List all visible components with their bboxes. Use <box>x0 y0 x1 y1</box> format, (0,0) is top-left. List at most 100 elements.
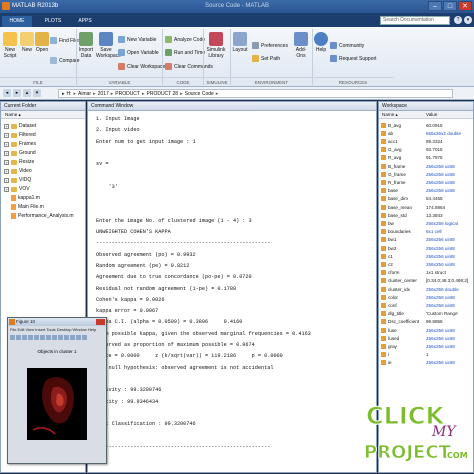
workspace-variable-row[interactable]: ab 655x36x2 double <box>381 129 469 137</box>
expand-icon[interactable]: + <box>4 132 9 138</box>
crumb-source-code[interactable]: Source Code <box>185 91 214 97</box>
rotate-icon[interactable] <box>58 334 63 340</box>
workspace-variable-row[interactable]: base_mean 174.8864 <box>381 203 469 211</box>
import-data-button[interactable]: Import Data <box>78 32 94 59</box>
figure-close-button[interactable] <box>96 319 105 325</box>
print-icon[interactable] <box>28 334 33 340</box>
analyze-code-button[interactable]: Analyze Code <box>165 36 205 43</box>
expand-icon[interactable]: + <box>4 159 9 165</box>
clear-commands-button[interactable]: Clear Commands <box>165 63 213 70</box>
workspace-variable-row[interactable]: bw1 256x256 uint8 <box>381 236 469 244</box>
workspace-variable-row[interactable]: G_frame 256x256 uint8 <box>381 170 469 178</box>
set-path-button[interactable]: Set Path <box>252 55 280 62</box>
workspace-variable-row[interactable]: B_frame 256x256 uint8 <box>381 162 469 170</box>
brush-icon[interactable] <box>70 334 75 340</box>
close-button[interactable]: ✕ <box>458 1 472 11</box>
open-file-icon[interactable] <box>16 334 21 340</box>
figure-title-bar[interactable]: Figure 10 <box>8 318 106 326</box>
workspace-variable-row[interactable]: Dsc_coefficient 99.8858 <box>381 318 469 326</box>
variable-value[interactable]: 256x256 uint8 <box>426 360 455 365</box>
folder-column-header[interactable]: Name ▴ <box>1 111 85 119</box>
variable-value[interactable]: 256x256 uint8 <box>426 344 455 349</box>
pan-icon[interactable] <box>52 334 57 340</box>
folder-list-item[interactable]: + Video <box>4 167 32 175</box>
workspace-variable-row[interactable]: boundaries 6x1 cell <box>381 228 469 236</box>
workspace-variable-row[interactable]: R_frame 256x256 uint8 <box>381 178 469 186</box>
variable-value[interactable]: 256x256 uint8 <box>426 246 455 251</box>
pointer-icon[interactable] <box>34 334 39 340</box>
workspace-variable-row[interactable]: ie 256x256 uint8 <box>381 359 469 367</box>
folder-list-item[interactable]: kappa1.m <box>4 194 40 202</box>
folder-list-item[interactable]: + Frames <box>4 140 36 148</box>
workspace-variable-row[interactable]: B_avg 60.0915 <box>381 121 469 129</box>
up-folder-icon[interactable]: ▴ <box>23 89 31 97</box>
zoom-in-icon[interactable] <box>40 334 45 340</box>
workspace-variable-row[interactable]: cform 1x1 struct <box>381 269 469 277</box>
crumb-drive[interactable]: H: <box>67 91 72 97</box>
forward-icon[interactable]: ▸ <box>13 89 21 97</box>
workspace-variable-row[interactable]: fuse 256x256 uint8 <box>381 326 469 334</box>
expand-icon[interactable]: + <box>4 168 9 174</box>
workspace-variable-row[interactable]: G_avg 93.7015 <box>381 146 469 154</box>
workspace-variable-row[interactable]: dlg_title 'Custom Range' <box>381 310 469 318</box>
workspace-variable-row[interactable]: acc1 89.3324 <box>381 137 469 145</box>
workspace-variable-row[interactable]: bw2 256x256 uint8 <box>381 244 469 252</box>
variable-value[interactable]: 256x256 uint8 <box>426 328 455 333</box>
tab-plots[interactable]: PLOTS <box>38 16 68 27</box>
variable-value[interactable]: 256x256 double <box>426 287 459 292</box>
crumb-product[interactable]: PRODUCT <box>115 91 140 97</box>
variable-value[interactable]: 6x1 cell <box>426 229 442 234</box>
minimize-button[interactable]: – <box>428 1 442 11</box>
undock-icon[interactable]: ▾ <box>464 16 472 24</box>
variable-value[interactable]: 256x256 uint8 <box>426 180 455 185</box>
new-variable-button[interactable]: New Variable <box>118 36 156 43</box>
expand-icon[interactable]: + <box>4 123 9 129</box>
workspace-variable-row[interactable]: color 256x256 uint8 <box>381 293 469 301</box>
variable-value[interactable]: 256x256 uint8 <box>426 262 455 267</box>
figure-menu-bar[interactable]: File Edit View Insert Tools Desktop Wind… <box>8 326 106 333</box>
workspace-column-header[interactable]: Name ▴ Value <box>379 111 473 119</box>
variable-value[interactable]: 256x256 uint8 <box>426 172 455 177</box>
new-button[interactable]: New <box>20 32 34 53</box>
crumb-product-28[interactable]: PRODUCT 28 <box>147 91 179 97</box>
expand-icon[interactable]: + <box>4 186 9 192</box>
crumb-2017[interactable]: 2017 <box>98 91 109 97</box>
help-button[interactable]: Help <box>314 32 328 53</box>
request-support-button[interactable]: Request Support <box>330 55 377 62</box>
tab-home[interactable]: HOME <box>2 16 32 27</box>
zoom-out-icon[interactable] <box>46 334 51 340</box>
workspace-variable-row[interactable]: base_std 13.3843 <box>381 211 469 219</box>
figure-window[interactable]: Figure 10 File Edit View Insert Tools De… <box>7 317 107 464</box>
workspace-variable-row[interactable]: conf 256x256 uint8 <box>381 301 469 309</box>
workspace-variable-row[interactable]: base 256x256 uint8 <box>381 187 469 195</box>
clear-workspace-button[interactable]: Clear Workspace <box>118 63 165 70</box>
folder-list-item[interactable]: Performance_Analysis.m <box>4 212 74 220</box>
workspace-variable-row[interactable]: c1 256x256 uint8 <box>381 252 469 260</box>
crumb-aimar[interactable]: Aimar <box>78 91 91 97</box>
folder-list-item[interactable]: + Filtered <box>4 131 36 139</box>
folder-list-item[interactable]: + VOV <box>4 185 30 193</box>
variable-value[interactable]: 256x256 uint8 <box>426 237 455 242</box>
folder-list-item[interactable]: + Dataset <box>4 122 36 130</box>
legend-icon[interactable] <box>82 334 87 340</box>
workspace-variable-row[interactable]: base_dim 54.4455 <box>381 195 469 203</box>
variable-value[interactable]: 256x256 uint8 <box>426 164 455 169</box>
variable-value[interactable]: 256x256 uint8 <box>426 188 455 193</box>
workspace-variable-row[interactable]: gray 256x256 uint8 <box>381 342 469 350</box>
new-figure-icon[interactable] <box>10 334 15 340</box>
workspace-variable-row[interactable]: c2 256x256 uint8 <box>381 260 469 268</box>
workspace-variable-row[interactable]: R_avg 91.7975 <box>381 154 469 162</box>
variable-value[interactable]: 655x36x2 double <box>426 131 461 136</box>
community-button[interactable]: Community <box>330 42 364 49</box>
save-icon[interactable] <box>22 334 27 340</box>
tab-apps[interactable]: APPS <box>70 16 100 27</box>
search-input[interactable]: Search Documentation <box>380 16 450 25</box>
expand-icon[interactable]: + <box>4 141 9 147</box>
variable-value[interactable]: 256x256 uint8 <box>426 254 455 259</box>
back-icon[interactable]: ◂ <box>3 89 11 97</box>
open-variable-button[interactable]: Open Variable <box>118 49 159 56</box>
expand-icon[interactable]: + <box>4 150 9 156</box>
preferences-button[interactable]: Preferences <box>252 42 288 49</box>
add-ons-button[interactable]: Add-Ons <box>292 32 310 59</box>
layout-button[interactable]: Layout <box>232 32 248 53</box>
